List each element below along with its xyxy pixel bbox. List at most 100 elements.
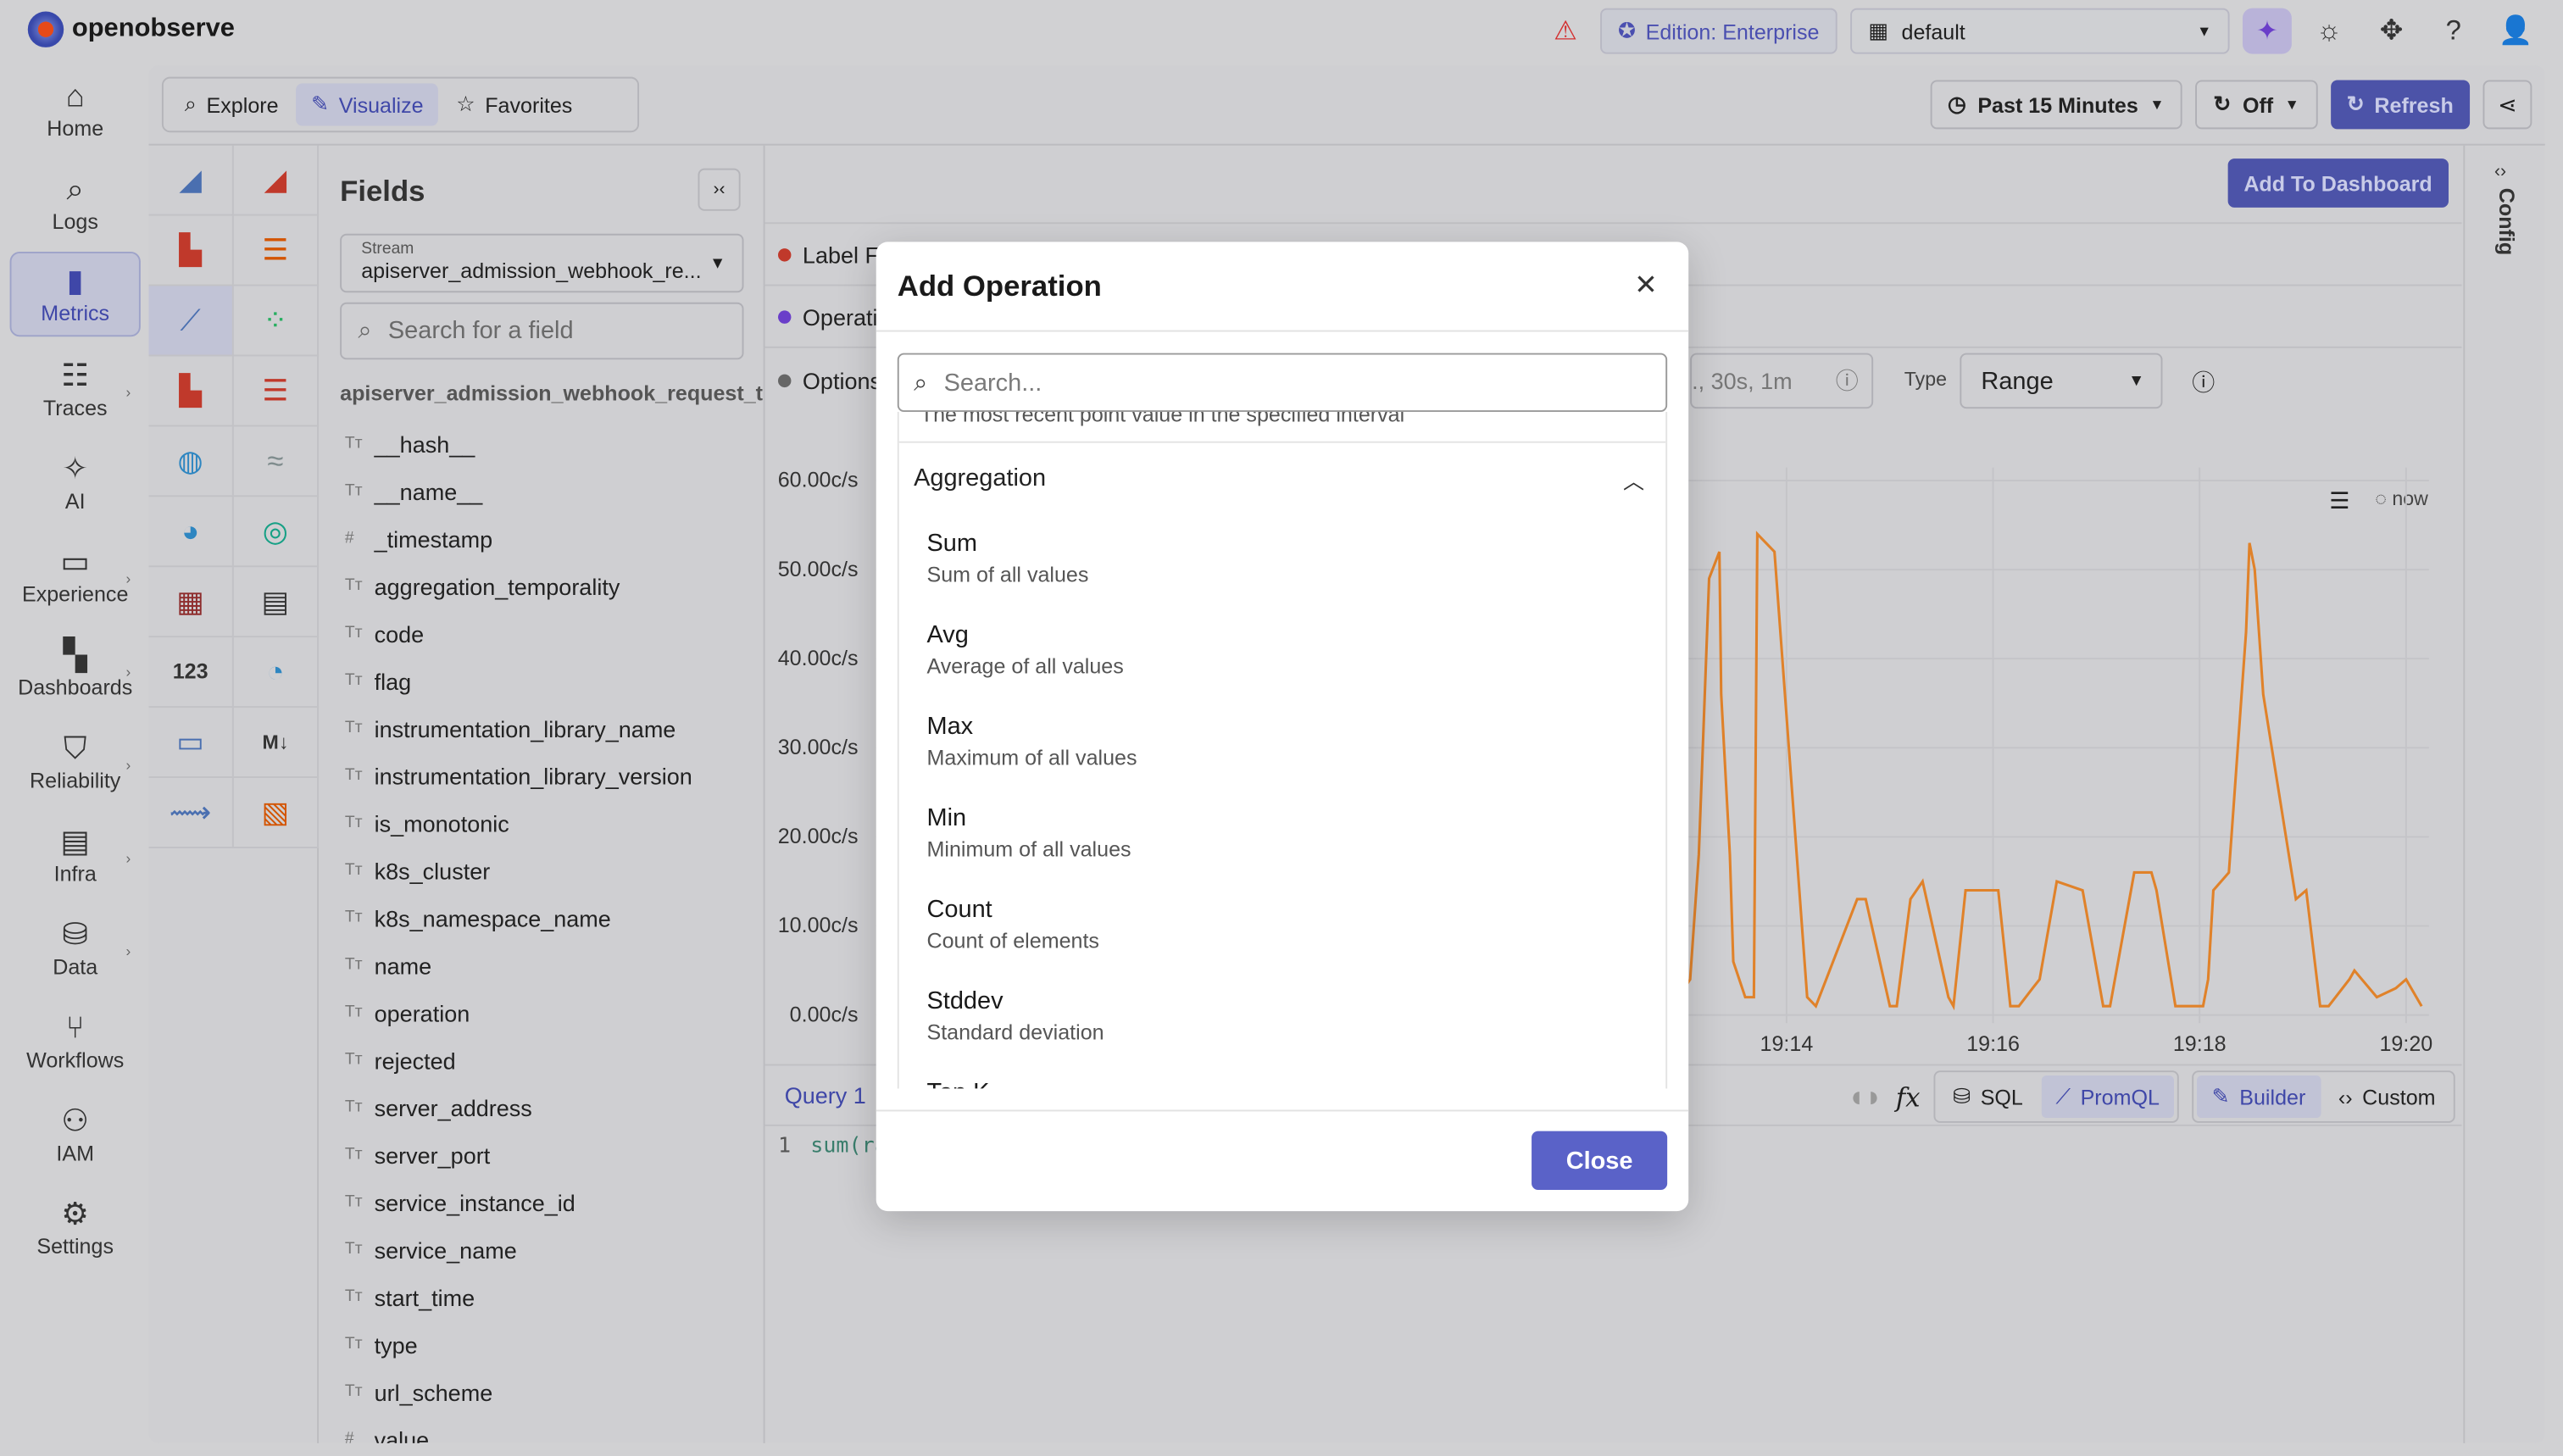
nav-iam[interactable]: ⚇ IAM — [10, 1093, 141, 1175]
operation-option[interactable]: Max Maximum of all values — [926, 713, 1137, 770]
chart-type-scatter[interactable]: ⁘ — [233, 286, 320, 357]
nav-workflows[interactable]: ⑂ Workflows — [10, 1000, 141, 1081]
chart-type-heatmap[interactable]: ▦ — [148, 567, 234, 638]
chart-type-h-bar[interactable]: ☰ — [233, 215, 320, 286]
chart-type-area[interactable]: ◢ — [148, 145, 234, 216]
field-item[interactable]: Tт __name__ — [345, 468, 482, 515]
query-editor[interactable]: 1 sum(ra — [778, 1134, 887, 1159]
field-item[interactable]: Tт __hash__ — [345, 420, 475, 468]
nav-dashboards[interactable]: ▚ Dashboards › — [10, 628, 141, 709]
tab-visualize[interactable]: ✎ Visualize — [296, 83, 438, 126]
type-select[interactable]: Range ▼ — [1960, 353, 2163, 409]
field-item[interactable]: Tт name — [345, 942, 431, 989]
field-item[interactable]: Tт url_scheme — [345, 1368, 492, 1415]
field-item[interactable]: # _timestamp — [345, 514, 492, 562]
nav-experience[interactable]: ▭ Experience › — [10, 535, 141, 616]
info-icon[interactable]: ⓘ — [1836, 364, 1859, 397]
chart-type-maps[interactable]: ≈ — [233, 426, 320, 497]
nav-traces[interactable]: ☷ Traces › — [10, 348, 141, 430]
step-input[interactable]: ., 30s, 1m ⓘ — [1690, 353, 1874, 409]
promql-button[interactable]: ⟋ PromQL — [2041, 1075, 2175, 1119]
operation-option[interactable]: Stddev Standard deviation — [926, 987, 1104, 1044]
field-item[interactable]: Tт server_port — [345, 1131, 490, 1179]
chart-type-bar[interactable]: ▙ — [148, 215, 234, 286]
app-logo[interactable]: openobserve — [27, 11, 235, 47]
edition-badge[interactable]: ✪ Edition: Enterprise — [1599, 8, 1837, 54]
field-item[interactable]: Tт k8s_namespace_name — [345, 894, 611, 942]
field-search-input[interactable]: ⌕ Search for a field — [340, 302, 744, 360]
nav-settings[interactable]: ⚙ Settings — [10, 1186, 141, 1268]
theme-toggle-icon[interactable]: ☼ — [2304, 8, 2354, 54]
toggle-icon[interactable]: ◖◗ — [1847, 1080, 1882, 1114]
chart-type-sankey[interactable]: ⟿ — [148, 777, 234, 848]
collapse-fields-button[interactable]: ›‹ — [698, 168, 741, 211]
help-icon[interactable]: ? — [2429, 8, 2478, 54]
user-icon[interactable]: 👤 — [2491, 8, 2540, 54]
field-item[interactable]: Tт server_address — [345, 1084, 532, 1131]
field-item[interactable]: Tт instrumentation_library_name — [345, 704, 675, 752]
nav-metrics[interactable]: ▮ Metrics — [9, 251, 141, 337]
org-selector[interactable]: ▦ default ▼ — [1850, 8, 2230, 54]
field-item[interactable]: Tт k8s_cluster — [345, 847, 490, 894]
chart-type-html[interactable]: ▭ — [148, 708, 234, 778]
chart-type-geomap[interactable]: ◍ — [148, 426, 234, 497]
close-icon[interactable]: ✕ — [1634, 270, 1657, 303]
chart-type-pie[interactable]: ◕ — [148, 497, 234, 568]
slack-icon[interactable]: ✥ — [2367, 8, 2416, 54]
field-item[interactable]: Tт rejected — [345, 1036, 456, 1084]
auto-refresh-selector[interactable]: ↻ Off ▼ — [2195, 80, 2318, 130]
field-item[interactable]: Tт type — [345, 1320, 418, 1368]
field-item[interactable]: Tт code — [345, 609, 424, 657]
close-button[interactable]: Close — [1532, 1131, 1668, 1190]
operation-option[interactable]: Sum Sum of all values — [926, 530, 1088, 586]
add-to-dashboard-button[interactable]: Add To Dashboard — [2227, 158, 2449, 208]
custom-button[interactable]: ‹› Custom — [2324, 1075, 2450, 1118]
chart-type-area-stacked[interactable]: ◢ — [233, 145, 320, 216]
field-item[interactable]: Tт operation — [345, 989, 470, 1036]
field-item[interactable]: Tт aggregation_temporality — [345, 562, 620, 609]
nav-home[interactable]: ⌂ Home — [10, 69, 141, 150]
chart-type-donut[interactable]: ◎ — [233, 497, 320, 568]
field-item[interactable]: Tт start_time — [345, 1273, 475, 1320]
sql-button[interactable]: ⛁ SQL — [1938, 1075, 2038, 1118]
operation-search-input[interactable]: ⌕ Search... — [897, 353, 1668, 412]
chart-type-gauge[interactable]: ◔ — [233, 637, 320, 709]
field-item[interactable]: Tт is_monotonic — [345, 799, 509, 847]
chart-type-custom[interactable]: ▧ — [233, 777, 320, 848]
operation-option[interactable]: Min Minimum of all values — [926, 804, 1131, 861]
nav-logs[interactable]: ⌕ Logs — [10, 162, 141, 243]
warning-icon[interactable]: ⚠ — [1554, 14, 1577, 47]
config-sidebar[interactable]: ‹› Config — [2463, 145, 2544, 1443]
query-tab[interactable]: Query 1 — [785, 1082, 866, 1109]
info-icon[interactable]: ⓘ — [2192, 366, 2215, 399]
builder-button[interactable]: ✎ Builder — [2197, 1075, 2321, 1119]
chart-type-metric[interactable]: 123 — [148, 637, 234, 709]
chart-type-stacked-bar[interactable]: ▙ — [148, 356, 234, 427]
refresh-button[interactable]: ↻ Refresh — [2330, 80, 2471, 130]
group-header-aggregation[interactable]: Aggregation — [914, 464, 1046, 492]
chart-type-markdown[interactable]: M↓ — [233, 708, 320, 778]
tab-favorites[interactable]: ☆ Favorites — [442, 83, 587, 125]
operation-option[interactable]: Avg Average of all values — [926, 621, 1123, 678]
nav-reliability[interactable]: ⛉ Reliability › — [10, 720, 141, 802]
operation-option[interactable]: Top K — [926, 1079, 989, 1089]
chart-type-h-stacked[interactable]: ☰ — [233, 356, 320, 427]
field-item[interactable]: # value — [345, 1415, 429, 1443]
time-range-picker[interactable]: ◷ Past 15 Minutes ▼ — [1929, 80, 2182, 130]
ai-assistant-button[interactable]: ✦ — [2242, 8, 2292, 54]
share-button[interactable]: ⋖ — [2482, 80, 2532, 130]
chevron-up-icon[interactable]: ︿ — [1623, 464, 1644, 496]
tab-explore[interactable]: ⌕ Explore — [170, 83, 293, 125]
chart-type-line[interactable]: ⟋ — [148, 286, 234, 357]
chart-type-table[interactable]: ▤ — [233, 567, 320, 638]
nav-data[interactable]: ⛁ Data › — [10, 907, 141, 988]
nav-ai[interactable]: ✧ AI — [10, 442, 141, 523]
function-icon[interactable]: fx — [1896, 1081, 1921, 1113]
stream-selector[interactable]: Stream apiserver_admission_webhook_re...… — [340, 233, 744, 293]
field-item[interactable]: Tт service_instance_id — [345, 1178, 575, 1225]
field-item[interactable]: Tт instrumentation_library_version — [345, 752, 692, 799]
field-item[interactable]: Tт service_name — [345, 1225, 517, 1273]
nav-infra[interactable]: ▤ Infra › — [10, 814, 141, 895]
field-item[interactable]: Tт flag — [345, 657, 411, 704]
operation-option[interactable]: Count Count of elements — [926, 896, 1098, 953]
